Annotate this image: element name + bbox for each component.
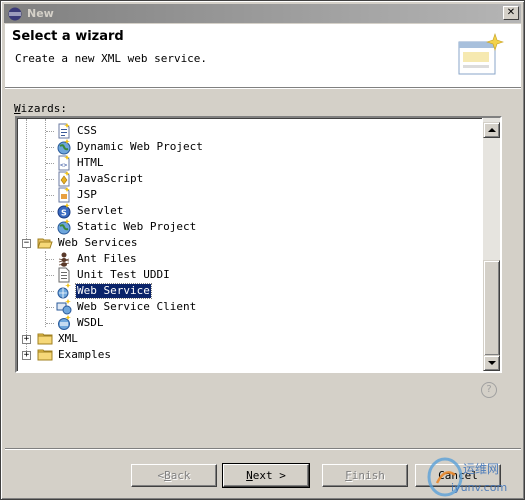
scroll-down-arrow-icon bbox=[488, 361, 496, 365]
tree-item-label: Web Services bbox=[58, 236, 138, 249]
tree-item-label: JavaScript bbox=[77, 172, 144, 185]
servlet-icon: S bbox=[57, 203, 71, 219]
tree-item-jsp[interactable]: JSP bbox=[56, 187, 98, 203]
document-icon bbox=[58, 267, 70, 283]
scroll-up-button[interactable] bbox=[483, 122, 500, 138]
tree-item-label: Servlet bbox=[77, 204, 124, 217]
tree-item-label: Static Web Project bbox=[77, 220, 197, 233]
tree-item-javascript[interactable]: JavaScript bbox=[56, 171, 144, 187]
tree-guide bbox=[46, 211, 54, 212]
folder-closed-icon bbox=[37, 349, 53, 361]
svg-text:iyunv.com: iyunv.com bbox=[451, 481, 507, 494]
tree-viewport: CSS Dynamic Web Project <> HTML JavaScri… bbox=[17, 118, 482, 371]
tree-item-dynamic-web-project[interactable]: Dynamic Web Project bbox=[56, 139, 204, 155]
tree-guide bbox=[46, 131, 54, 132]
wsdl-icon bbox=[58, 315, 71, 330]
tree-guide bbox=[46, 163, 54, 164]
tree-item-label: Examples bbox=[58, 348, 111, 361]
tree-item-css[interactable]: CSS bbox=[56, 123, 98, 139]
tree-item-servlet[interactable]: S Servlet bbox=[56, 203, 124, 219]
html-file-icon: <> bbox=[58, 155, 70, 171]
tree-item-label: Ant Files bbox=[77, 252, 137, 265]
tree-item-label: JSP bbox=[77, 188, 97, 201]
svg-text:<>: <> bbox=[60, 162, 68, 169]
tree-guide bbox=[46, 291, 54, 292]
tree-guide bbox=[46, 275, 54, 276]
scroll-up-arrow-icon bbox=[488, 128, 496, 132]
page-title: Select a wizard bbox=[12, 29, 124, 44]
tree-item-label: CSS bbox=[77, 124, 97, 137]
close-button[interactable]: ✕ bbox=[503, 6, 519, 20]
svg-text:S: S bbox=[61, 209, 67, 218]
jsp-file-icon bbox=[58, 187, 70, 203]
site-watermark: 运维网 iyunv.com bbox=[427, 457, 507, 497]
tree-item-static-web-project[interactable]: Static Web Project bbox=[56, 219, 197, 235]
tree-guide bbox=[45, 251, 46, 327]
wizards-tree[interactable]: CSS Dynamic Web Project <> HTML JavaScri… bbox=[15, 116, 502, 373]
ant-icon bbox=[58, 252, 70, 267]
window-title: New bbox=[27, 7, 54, 20]
tree-item-wsdl[interactable]: WSDL bbox=[56, 315, 105, 331]
wizard-header: Select a wizard Create a new XML web ser… bbox=[5, 24, 521, 87]
web-service-icon bbox=[57, 283, 71, 299]
tree-item-label: Unit Test UDDI bbox=[77, 268, 170, 281]
web-project-icon bbox=[57, 219, 71, 235]
folder-closed-icon bbox=[37, 333, 53, 345]
tree-item-label: HTML bbox=[77, 156, 104, 169]
next-button[interactable]: Next > bbox=[222, 463, 310, 488]
tree-guide bbox=[46, 227, 54, 228]
tree-item-unit-test-uddi[interactable]: Unit Test UDDI bbox=[56, 267, 171, 283]
css-file-icon bbox=[58, 123, 70, 139]
scroll-down-button[interactable] bbox=[483, 355, 500, 371]
page-description: Create a new XML web service. bbox=[15, 52, 208, 65]
tree-item-label: WSDL bbox=[77, 316, 104, 329]
expand-toggle[interactable]: + bbox=[22, 335, 31, 344]
new-wizard-dialog: New ✕ Select a wizard Create a new XML w… bbox=[0, 0, 525, 500]
tree-guide bbox=[46, 179, 54, 180]
title-bar[interactable]: New ✕ bbox=[4, 4, 521, 23]
scroll-thumb[interactable] bbox=[483, 260, 500, 356]
tree-item-examples[interactable]: Examples bbox=[37, 347, 112, 363]
tree-item-label: Web Service bbox=[75, 283, 152, 299]
web-project-icon bbox=[57, 139, 71, 155]
tree-guide bbox=[46, 323, 54, 324]
help-icon[interactable]: ? bbox=[481, 382, 497, 398]
footer-separator bbox=[5, 448, 521, 450]
tree-item-label: Dynamic Web Project bbox=[77, 140, 203, 153]
tree-item-xml[interactable]: XML bbox=[37, 331, 79, 347]
back-button[interactable]: < Back bbox=[131, 464, 217, 487]
tree-item-html[interactable]: <> HTML bbox=[56, 155, 105, 171]
web-service-client-icon bbox=[56, 299, 72, 315]
tree-guide bbox=[26, 119, 27, 353]
eclipse-app-icon bbox=[8, 7, 22, 20]
tree-guide bbox=[45, 119, 46, 235]
wizard-banner-icon bbox=[458, 33, 504, 75]
header-separator bbox=[5, 87, 521, 89]
tree-item-web-service[interactable]: Web Service bbox=[56, 283, 152, 299]
svg-text:运维网: 运维网 bbox=[463, 462, 499, 476]
tree-item-label: XML bbox=[58, 332, 78, 345]
tree-item-label: Web Service Client bbox=[77, 300, 197, 313]
tree-guide bbox=[46, 195, 54, 196]
tree-guide bbox=[46, 147, 54, 148]
tree-guide bbox=[46, 259, 54, 260]
folder-open-icon bbox=[37, 238, 53, 249]
finish-button[interactable]: Finish bbox=[322, 464, 408, 487]
expand-toggle[interactable]: + bbox=[22, 351, 31, 360]
tree-item-web-service-client[interactable]: Web Service Client bbox=[56, 299, 197, 315]
wizards-label: Wizards: bbox=[14, 102, 67, 115]
tree-item-ant-files[interactable]: Ant Files bbox=[56, 251, 138, 267]
tree-guide bbox=[46, 307, 54, 308]
tree-vertical-scrollbar[interactable] bbox=[483, 118, 500, 371]
tree-item-web-services[interactable]: Web Services bbox=[37, 235, 138, 251]
javascript-file-icon bbox=[58, 171, 70, 187]
collapse-toggle[interactable]: − bbox=[22, 239, 31, 248]
